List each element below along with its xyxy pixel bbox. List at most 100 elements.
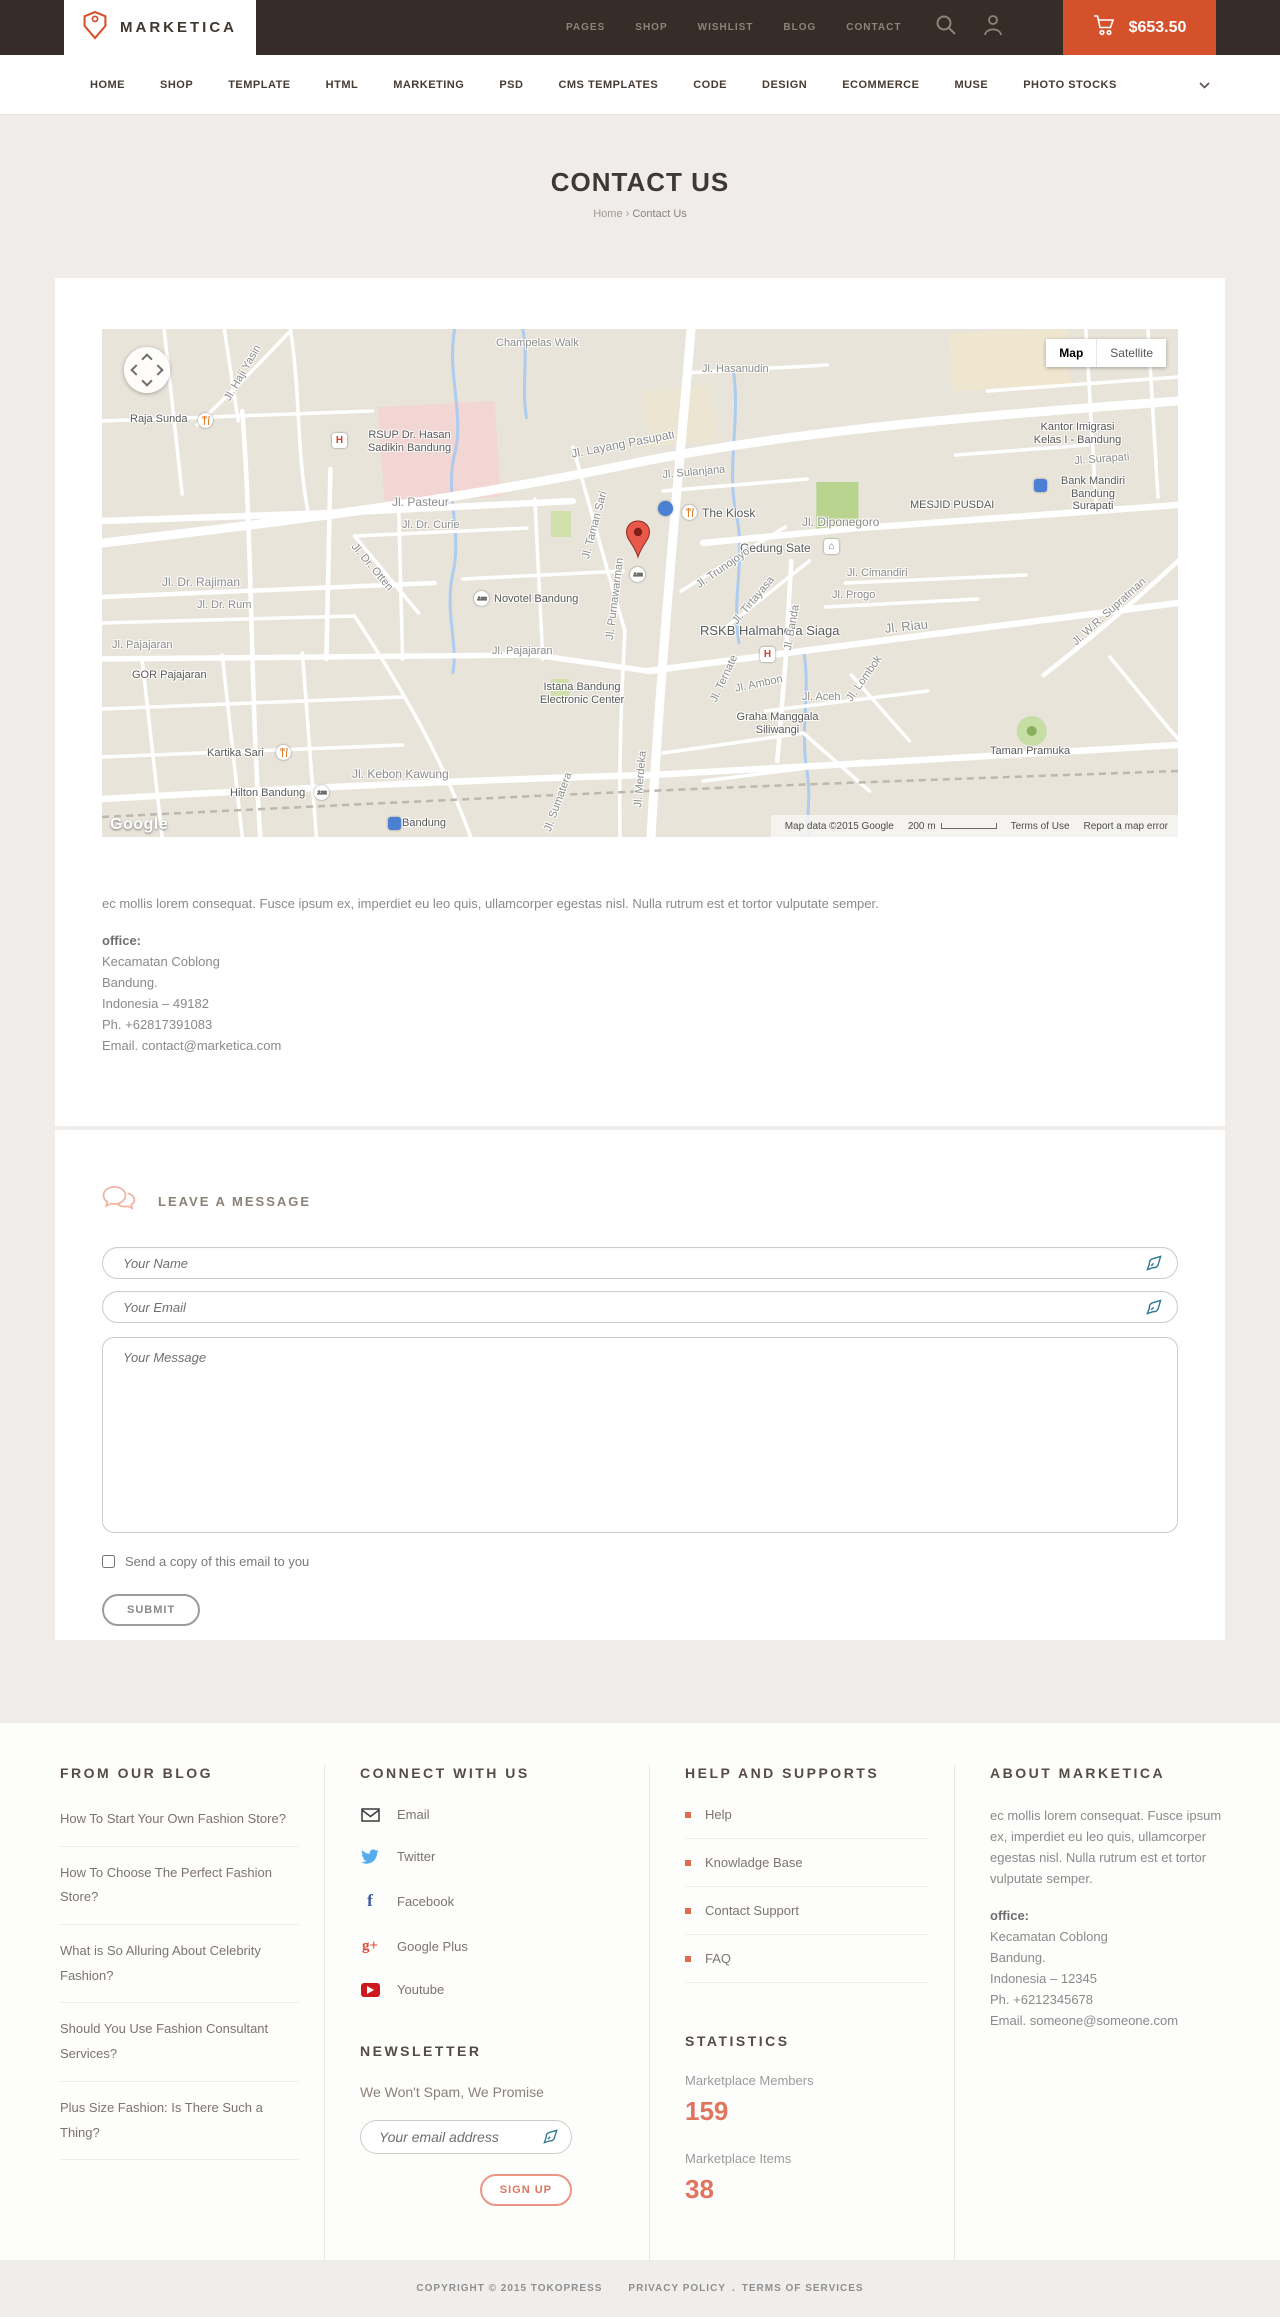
- social-link-email[interactable]: Email: [360, 1807, 624, 1822]
- map-type-map-button[interactable]: Map: [1046, 339, 1098, 367]
- copyright-bar: COPYRIGHT © 2015 TOKOPRESS PRIVACY POLIC…: [0, 2260, 1280, 2317]
- blog-link[interactable]: How To Start Your Own Fashion Store?: [60, 1793, 299, 1847]
- chevron-down-icon[interactable]: [1199, 76, 1210, 94]
- map-label: RSUP Dr. Hasan Sadikin Bandung: [367, 429, 452, 454]
- menu-template[interactable]: TEMPLATE: [228, 79, 290, 91]
- breadcrumb-current: Contact Us: [632, 208, 687, 220]
- office-label: office:: [102, 933, 141, 948]
- hotel-icon: [630, 567, 645, 582]
- header-nav: PAGES SHOP WISHLIST BLOG CONTACT: [566, 22, 901, 33]
- privacy-policy-link[interactable]: PRIVACY POLICY: [628, 2283, 726, 2294]
- menu-ecommerce[interactable]: ECOMMERCE: [842, 79, 919, 91]
- breadcrumb-home[interactable]: Home: [593, 208, 622, 220]
- pen-icon: [1146, 1255, 1162, 1276]
- logo[interactable]: MARKETICA: [64, 0, 256, 55]
- blog-link[interactable]: What is So Alluring About Celebrity Fash…: [60, 1925, 299, 2004]
- menu-design[interactable]: DESIGN: [762, 79, 807, 91]
- map-type-satellite-button[interactable]: Satellite: [1097, 339, 1166, 367]
- menu-code[interactable]: CODE: [693, 79, 727, 91]
- pan-right-icon[interactable]: [152, 364, 164, 376]
- map-label: Jl. Dr. Curie: [402, 519, 460, 531]
- menu-psd[interactable]: PSD: [499, 79, 523, 91]
- social-link-facebook[interactable]: f Facebook: [360, 1891, 624, 1911]
- name-input[interactable]: [102, 1247, 1178, 1279]
- map-label: Jl. Pajajaran: [492, 645, 553, 657]
- search-icon[interactable]: [935, 14, 957, 41]
- cart-icon: [1093, 14, 1117, 41]
- copyright-text: COPYRIGHT © 2015 TOKOPRESS: [416, 2283, 603, 2294]
- message-textarea[interactable]: [102, 1337, 1178, 1533]
- cart-button[interactable]: $653.50: [1063, 0, 1216, 55]
- contact-card: Champelas Walk Jl. Hasanudin Raja Sunda …: [55, 278, 1225, 1126]
- pan-up-icon[interactable]: [141, 353, 153, 365]
- cart-total: $653.50: [1128, 18, 1187, 36]
- bank-icon: [1034, 479, 1047, 492]
- signup-button[interactable]: SIGN UP: [479, 2174, 572, 2206]
- menu-muse[interactable]: MUSE: [954, 79, 988, 91]
- page-title: CONTACT US: [550, 167, 730, 197]
- facebook-icon: f: [367, 1891, 373, 1910]
- breadcrumb-separator: ›: [625, 208, 630, 220]
- newsletter-email-input[interactable]: [360, 2120, 572, 2154]
- office-line: Ph. +62817391083: [102, 1017, 213, 1032]
- restaurant-icon: [198, 413, 213, 428]
- social-link-youtube[interactable]: Youtube: [360, 1982, 624, 1997]
- bullet-icon: [685, 1907, 691, 1914]
- send-copy-checkbox[interactable]: [102, 1555, 115, 1568]
- help-link[interactable]: Knowladge Base: [685, 1839, 929, 1887]
- report-map-error-link[interactable]: Report a map error: [1084, 821, 1168, 832]
- email-icon: [360, 1807, 380, 1822]
- office-line: Bandung.: [990, 1950, 1046, 1965]
- submit-button[interactable]: SUBMIT: [102, 1594, 201, 1626]
- map-pan-control[interactable]: [124, 347, 170, 393]
- menu-marketing[interactable]: MARKETING: [393, 79, 464, 91]
- map-marker-icon[interactable]: [625, 519, 651, 564]
- pen-icon: [543, 2129, 558, 2149]
- blog-link[interactable]: Plus Size Fashion: Is There Such a Thing…: [60, 2082, 299, 2161]
- menu-home[interactable]: HOME: [90, 79, 125, 91]
- google-map[interactable]: Champelas Walk Jl. Hasanudin Raja Sunda …: [102, 329, 1178, 837]
- office-line: Email. someone@someone.com: [990, 2013, 1179, 2028]
- map-label: Graha Manggala Siliwangi: [736, 711, 819, 736]
- help-link[interactable]: Help: [685, 1791, 929, 1839]
- nav-pages[interactable]: PAGES: [566, 22, 605, 33]
- footer-heading-statistics: STATISTICS: [685, 2033, 790, 2049]
- social-link-twitter[interactable]: Twitter: [360, 1849, 624, 1864]
- map-label: Jl. Cimandiri: [847, 567, 908, 579]
- footer-blog-column: FROM OUR BLOG How To Start Your Own Fash…: [30, 1765, 325, 2260]
- terms-of-services-link[interactable]: TERMS OF SERVICES: [742, 2283, 864, 2294]
- bullet-icon: [685, 1859, 691, 1866]
- email-input[interactable]: [102, 1291, 1178, 1323]
- pan-left-icon[interactable]: [130, 364, 142, 376]
- help-link[interactable]: FAQ: [685, 1935, 929, 1983]
- nav-contact[interactable]: CONTACT: [846, 22, 901, 33]
- user-icon[interactable]: [983, 14, 1003, 41]
- blog-link[interactable]: How To Choose The Perfect Fashion Store?: [60, 1847, 299, 1926]
- map-scale: 200 m: [908, 821, 997, 832]
- footer-heading-blog: FROM OUR BLOG: [60, 1765, 214, 1781]
- pan-down-icon[interactable]: [141, 375, 153, 387]
- footer-heading-connect: CONNECT WITH US: [360, 1765, 530, 1781]
- twitter-icon: [360, 1849, 380, 1864]
- contact-intro-text: ec mollis lorem consequat. Fusce ipsum e…: [102, 896, 879, 911]
- footer-connect-column: CONNECT WITH US Email Twitter f Facebook…: [325, 1765, 650, 2260]
- nav-shop[interactable]: SHOP: [635, 22, 667, 33]
- link-separator: .: [731, 2283, 736, 2294]
- social-link-google-plus[interactable]: g+ Google Plus: [360, 1938, 624, 1955]
- menu-shop[interactable]: SHOP: [160, 79, 193, 91]
- nav-wishlist[interactable]: WISHLIST: [698, 22, 754, 33]
- help-link[interactable]: Contact Support: [685, 1887, 929, 1935]
- footer-about-column: ABOUT MARKETICA ec mollis lorem consequa…: [955, 1765, 1250, 2260]
- nav-blog[interactable]: BLOG: [783, 22, 816, 33]
- terms-of-use-link[interactable]: Terms of Use: [1011, 821, 1070, 832]
- about-office-address: office: Kecamatan Coblong Bandung. Indon…: [990, 1905, 1225, 2031]
- map-label: Jl. Pasteur: [392, 495, 449, 509]
- menu-html[interactable]: HTML: [326, 79, 359, 91]
- office-line: Bandung.: [102, 975, 158, 990]
- menu-cms-templates[interactable]: CMS TEMPLATES: [558, 79, 658, 91]
- menu-photo-stocks[interactable]: PHOTO STOCKS: [1023, 79, 1117, 91]
- map-label: Jl. Hasanudin: [702, 363, 769, 375]
- bullet-icon: [685, 1955, 691, 1962]
- blog-link[interactable]: Should You Use Fashion Consultant Servic…: [60, 2003, 299, 2082]
- chat-bubbles-icon: [102, 1185, 136, 1217]
